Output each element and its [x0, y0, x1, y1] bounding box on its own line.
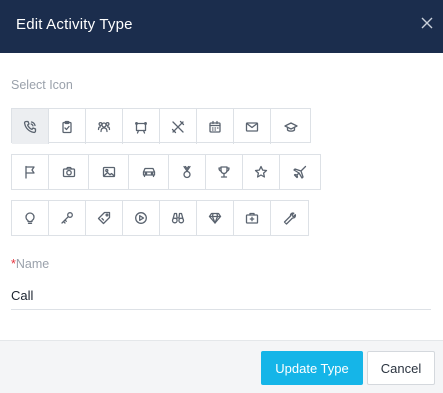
briefcase-medical-icon[interactable] [234, 201, 271, 235]
pin-board-icon[interactable] [123, 109, 160, 144]
dialog-title: Edit Activity Type [16, 16, 133, 33]
key-icon[interactable] [49, 201, 86, 235]
dialog-header: Edit Activity Type [0, 0, 443, 53]
play-circle-icon[interactable] [123, 201, 160, 235]
phone-icon[interactable] [12, 109, 49, 144]
close-icon[interactable] [420, 16, 434, 30]
cancel-button[interactable]: Cancel [367, 351, 435, 385]
flag-icon[interactable] [12, 155, 49, 189]
diamond-icon[interactable] [197, 201, 234, 235]
name-label: *Name [11, 257, 49, 271]
image-icon[interactable] [89, 155, 129, 189]
envelope-icon[interactable] [234, 109, 271, 144]
calendar-icon[interactable] [197, 109, 234, 144]
clipboard-check-icon[interactable] [49, 109, 86, 144]
edit-activity-type-dialog: Edit Activity Type Select Icon *Name Cal… [0, 0, 443, 393]
icon-row-3 [11, 200, 309, 236]
cutlery-icon[interactable] [160, 109, 197, 144]
icon-row-1 [11, 108, 311, 144]
star-icon[interactable] [243, 155, 280, 189]
airplane-icon[interactable] [280, 155, 320, 189]
car-icon[interactable] [129, 155, 169, 189]
medal-icon[interactable] [169, 155, 206, 189]
name-input[interactable] [11, 281, 431, 310]
name-label-text: Name [15, 257, 50, 271]
tag-icon[interactable] [86, 201, 123, 235]
camera-icon[interactable] [49, 155, 89, 189]
wrench-icon[interactable] [271, 201, 308, 235]
users-group-icon[interactable] [86, 109, 123, 144]
mortarboard-icon[interactable] [271, 109, 310, 144]
icon-row-2 [11, 154, 321, 190]
lightbulb-icon[interactable] [12, 201, 49, 235]
trophy-icon[interactable] [206, 155, 243, 189]
update-type-button[interactable]: Update Type [261, 351, 363, 385]
binoculars-icon[interactable] [160, 201, 197, 235]
select-icon-label: Select Icon [11, 78, 73, 92]
